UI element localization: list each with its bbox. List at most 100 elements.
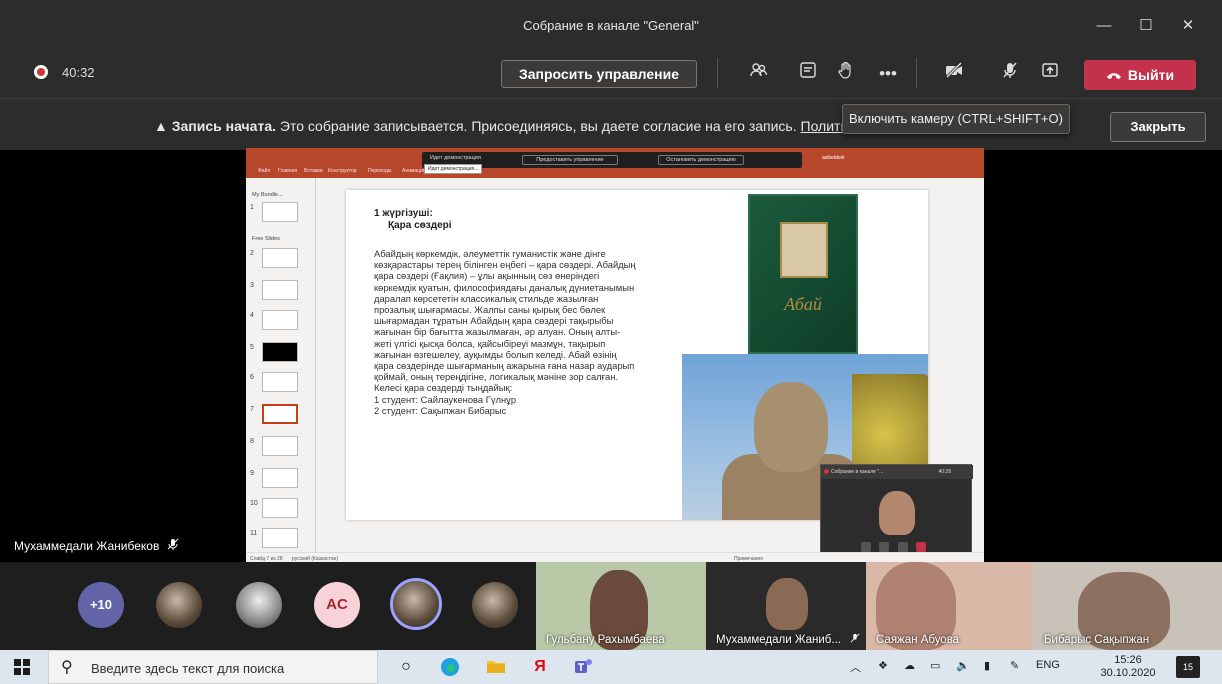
windows-start-icon[interactable] <box>14 659 30 675</box>
network-app-icon[interactable]: ❖ <box>878 659 888 672</box>
thumbnail-number: 1 <box>250 204 254 211</box>
thumbnail-number: 4 <box>250 312 254 319</box>
slide-thumbnail-pane: My Bundle... Free Slides 1 2 3 4 5 6 7 8… <box>246 178 316 556</box>
section-label[interactable]: Free Slides <box>252 236 280 242</box>
taskbar-clock[interactable]: 15:26 30.10.2020 <box>1100 654 1156 680</box>
participant-avatar[interactable] <box>472 582 518 628</box>
give-control-button[interactable]: Предоставить управление <box>522 155 618 165</box>
yandex-browser-icon[interactable]: Я <box>522 652 558 682</box>
notifications-icon[interactable]: 15 <box>1176 656 1200 678</box>
leave-label: Выйти <box>1127 67 1175 83</box>
mic-off-icon[interactable] <box>994 60 1026 88</box>
recording-started-label: Запись начата. <box>171 118 276 134</box>
cortana-icon[interactable]: ○ <box>388 652 424 682</box>
slide-heading-line: 1 жүргізуші: <box>374 208 433 219</box>
section-label[interactable]: My Bundle... <box>252 192 283 198</box>
raise-hand-icon[interactable] <box>830 60 862 88</box>
mini-window-title-bar: Собрание в канале "... 40:28 <box>821 465 973 479</box>
participant-video-tile[interactable]: Саяжан Абуова <box>866 562 1032 650</box>
mini-meeting-window[interactable]: Собрание в канале "... 40:28 <box>820 464 973 554</box>
pen-icon[interactable]: ✎ <box>1010 659 1019 672</box>
close-banner-button[interactable]: Закрыть <box>1110 112 1206 142</box>
slide-thumbnail[interactable] <box>262 248 298 268</box>
mini-mic-icon[interactable] <box>879 542 890 552</box>
tray-overflow-icon[interactable]: ︿ <box>850 659 861 675</box>
ppt-tab: Анимация <box>402 168 426 174</box>
slide-thumbnail[interactable] <box>262 310 298 330</box>
slide-thumbnail[interactable] <box>262 372 298 392</box>
file-explorer-icon[interactable] <box>478 652 514 682</box>
muted-mic-icon <box>167 538 179 553</box>
maximize-button[interactable]: ☐ <box>1128 12 1164 40</box>
slide-thumbnail[interactable] <box>262 528 298 548</box>
close-window-button[interactable]: ✕ <box>1170 12 1206 40</box>
volume-icon[interactable]: 🔈 <box>956 659 970 672</box>
teams-app-icon[interactable] <box>566 652 602 682</box>
slide-line: 1 студент: Сайлаукенова Гүлнұр <box>374 393 517 405</box>
toolbar-divider <box>916 58 917 88</box>
language-indicator[interactable]: ENG <box>1036 659 1060 671</box>
mini-hang-up-icon[interactable] <box>916 542 927 552</box>
more-participants-button[interactable]: +10 <box>78 582 124 628</box>
recording-notice: Это собрание записывается. Присоединяясь… <box>276 118 801 134</box>
mini-window-time: 40:28 <box>938 469 951 475</box>
leave-button[interactable]: Выйти <box>1084 60 1196 90</box>
meeting-timer: 40:32 <box>62 65 95 80</box>
participant-video-tile[interactable]: Гульбану Рахымбаева <box>536 562 706 650</box>
participant-avatar-speaking[interactable] <box>390 578 442 630</box>
stop-share-button[interactable]: Остановить демонстрацию <box>658 155 744 165</box>
participant-avatar[interactable] <box>236 582 282 628</box>
share-tooltip: Идет демонстрация... <box>424 164 483 174</box>
window-title: Собрание в канале "General" <box>523 18 699 33</box>
participant-avatar[interactable] <box>156 582 202 628</box>
thumbnail-number: 7 <box>250 406 254 413</box>
minimize-button[interactable]: — <box>1086 12 1122 40</box>
participant-video-tile[interactable]: Бибарыс Сақыпжан <box>1032 562 1222 650</box>
presenter-video <box>879 491 915 535</box>
thumbnail-number: 5 <box>250 344 254 351</box>
participant-avatar-initials[interactable]: AC <box>314 582 360 628</box>
slide-line: Келесі қара сөздерді тыңдайық: <box>374 382 513 394</box>
slide-thumbnail[interactable] <box>262 498 298 518</box>
edge-icon[interactable] <box>432 652 468 682</box>
search-icon: ⚲ <box>61 659 73 676</box>
more-icon[interactable]: ••• <box>872 60 904 88</box>
taskbar-search[interactable]: ⚲ Введите здесь текст для поиска <box>48 650 378 684</box>
thumbnail-number: 8 <box>250 438 254 445</box>
ppt-user: asibekbek <box>822 155 845 161</box>
slide-line: 2 студент: Сақыпжан Бибарыс <box>374 404 507 416</box>
request-control-button[interactable]: Запросить управление <box>501 60 697 88</box>
chat-icon[interactable] <box>792 60 824 88</box>
slide-thumbnail[interactable] <box>262 436 298 456</box>
mini-controls <box>861 539 951 552</box>
shared-powerpoint: Файл Главная Вставка Конструктор Переход… <box>246 148 984 564</box>
microphone-tray-icon[interactable]: ▮ <box>984 659 990 672</box>
slide-thumbnail[interactable] <box>262 342 298 362</box>
slide-thumbnail[interactable] <box>262 468 298 488</box>
mini-share-icon[interactable] <box>897 542 908 552</box>
warning-icon: ▲ <box>154 118 168 134</box>
share-icon[interactable] <box>1034 60 1066 88</box>
slide-thumbnail[interactable] <box>262 280 298 300</box>
thumbnail-number: 11 <box>250 530 258 537</box>
onedrive-icon[interactable]: ☁ <box>904 659 915 672</box>
participant-video-tile[interactable]: Мухаммедали Жаниб... <box>706 562 866 650</box>
participants-icon[interactable] <box>743 60 775 88</box>
slide-heading-line: Қара сөздері <box>388 220 452 231</box>
battery-icon[interactable]: ▭ <box>930 659 940 672</box>
mini-camera-icon[interactable] <box>861 542 871 552</box>
recording-banner-text: ▲ Запись начата. Это собрание записывает… <box>154 118 888 134</box>
slide-thumbnail-selected[interactable] <box>262 404 298 424</box>
search-placeholder: Введите здесь текст для поиска <box>91 661 285 676</box>
slide-heading: 1 жүргізуші: Қара сөздері <box>374 208 452 232</box>
camera-off-icon[interactable] <box>938 60 970 88</box>
mini-window-title: Собрание в канале "... <box>831 469 884 475</box>
thumbnail-number: 10 <box>250 500 258 507</box>
participant-video <box>766 578 808 630</box>
muted-mic-icon <box>850 633 860 646</box>
slide-thumbnail[interactable] <box>262 202 298 222</box>
slide-body: Абайдың көркемдік, әлеуметтік гуманистік… <box>374 248 636 416</box>
thumbnail-number: 3 <box>250 282 254 289</box>
participant-name: Мухаммедали Жаниб... <box>716 633 860 646</box>
ppt-ribbon: Файл Главная Вставка Конструктор Переход… <box>246 148 984 178</box>
